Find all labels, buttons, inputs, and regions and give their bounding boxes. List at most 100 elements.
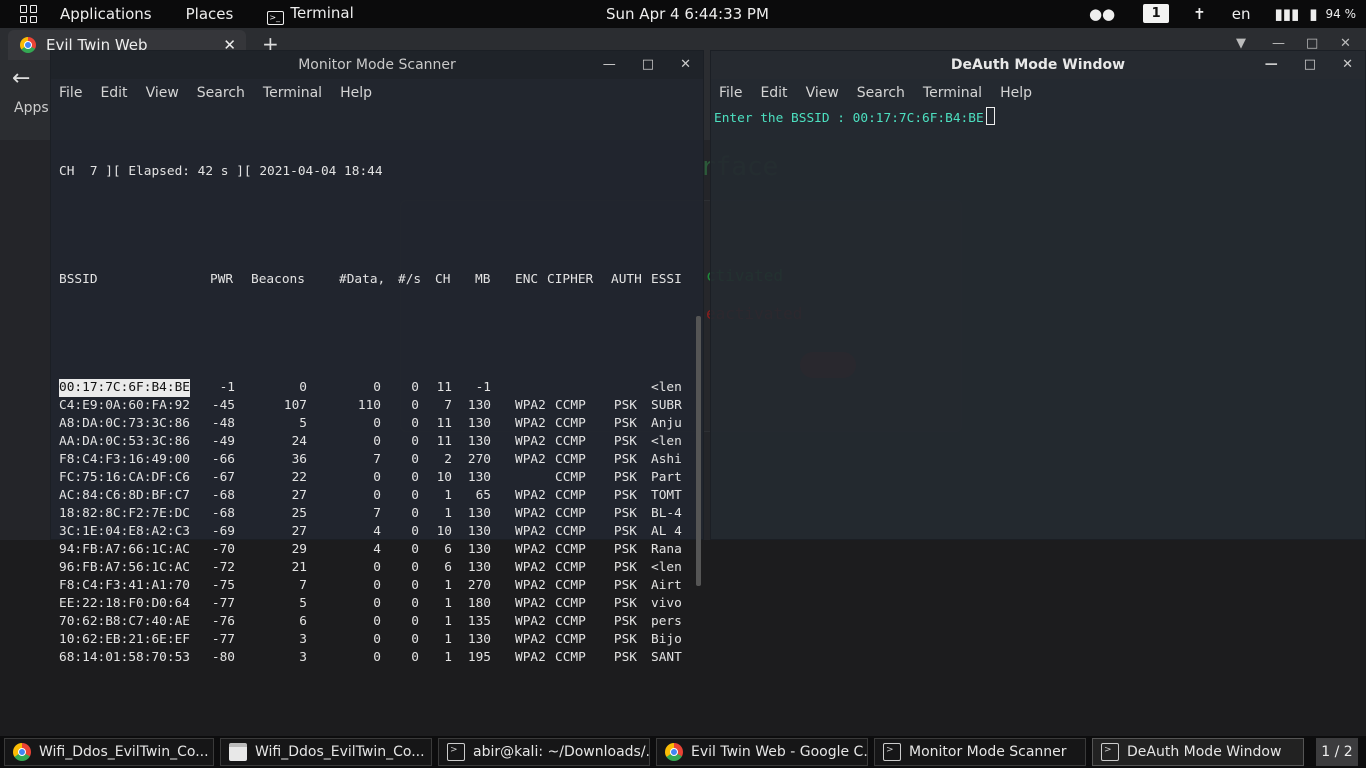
menu-help[interactable]: Help [340,85,372,101]
cell-pwr: -77 [211,596,235,611]
places-menu[interactable]: Places [186,5,234,23]
menu-search[interactable]: Search [197,85,245,101]
workspace-indicator[interactable]: 1 [1143,4,1170,23]
terminal-icon: >_ [267,10,285,25]
app-grid-icon[interactable] [20,5,38,23]
cell-enc: WPA2 [515,632,546,647]
header-per-second: #/s [398,272,422,287]
keyboard-language[interactable]: en [1232,5,1251,23]
cell-pwr: -75 [211,578,235,593]
cell-cipher: CCMP [555,542,586,557]
terminal-prompt[interactable]: Enter the BSSID : 00:17:7C:6F:B4:BE [714,107,995,126]
cell-per-second: 0 [411,470,419,485]
monitor-mode-scanner-window: Monitor Mode Scanner — □ ✕ File Edit Vie… [50,50,704,665]
taskbar-item[interactable]: > Monitor Mode Scanner [874,738,1086,766]
bookmark-apps[interactable]: Apps [14,100,49,116]
network-row[interactable]: FC:75:16:CA:DF:C6 -67 22 0 0 10 130 CCMP PSK Part [59,469,682,487]
menu-view[interactable]: View [146,85,179,101]
maximize-icon[interactable]: □ [642,57,654,72]
wifi-signal-icon[interactable]: ▮▮▮ [1274,5,1299,23]
cell-auth: PSK [613,488,637,503]
window-titlebar[interactable]: Monitor Mode Scanner — □ ✕ [51,51,703,79]
network-row[interactable]: 96:FB:A7:56:1C:AC -72 21 0 0 6 130 WPA2 CCMP PSK <… [59,559,682,577]
network-row[interactable]: 68:14:01:58:70:53 -80 3 0 0 1 195 WPA2 CCMP PSK SA… [59,649,682,667]
taskbar-item[interactable]: > DeAuth Mode Window [1092,738,1304,766]
menu-help[interactable]: Help [1000,85,1032,101]
network-row[interactable]: F8:C4:F3:16:49:00 -66 36 7 0 2 270 WPA2 CCMP PSK A… [59,451,682,469]
menu-file[interactable]: File [59,85,82,101]
cell-bssid: 70:62:B8:C7:40:AE [59,614,190,629]
network-row[interactable]: 70:62:B8:C7:40:AE -76 6 0 0 1 135 WPA2 CCMP PSK pe… [59,613,682,631]
cell-mb: 135 [467,614,491,629]
cell-bssid: 3C:1E:04:E8:A2:C3 [59,524,190,539]
menu-terminal[interactable]: Terminal [263,85,322,101]
cell-data: 0 [373,488,381,503]
back-arrow-icon[interactable]: ← [12,66,30,91]
window-titlebar[interactable]: DeAuth Mode Window — □ ✕ [711,51,1365,79]
battery-icon[interactable]: ▮ [1309,5,1317,23]
close-icon[interactable]: ✕ [680,57,691,72]
maximize-icon[interactable]: □ [1304,57,1316,72]
airodump-output[interactable]: CH 7 ][ Elapsed: 42 s ][ 2021-04-04 18:4… [59,127,682,703]
header-mb: MB [475,272,491,287]
taskbar-item[interactable]: Evil Twin Web - Google C... [656,738,868,766]
menu-view[interactable]: View [806,85,839,101]
close-icon[interactable]: ✕ [1342,57,1353,72]
browser-minimize-icon[interactable]: — [1272,36,1285,51]
cell-channel: 11 [436,380,452,395]
cell-channel: 1 [444,614,452,629]
cell-per-second: 0 [411,380,419,395]
profile-icon[interactable]: ▼ [1236,36,1246,51]
window-title: Monitor Mode Scanner [298,57,456,73]
menu-search[interactable]: Search [857,85,905,101]
cell-beacons: 7 [299,578,307,593]
network-row[interactable]: EE:22:18:F0:D0:64 -77 5 0 0 1 180 WPA2 CCMP PSK vi… [59,595,682,613]
cell-mb: 65 [475,488,491,503]
cell-mb: 130 [467,470,491,485]
network-row[interactable]: A8:DA:0C:73:3C:86 -48 5 0 0 11 130 WPA2 CCMP PSK A… [59,415,682,433]
minimize-icon[interactable]: — [603,57,616,72]
menu-file[interactable]: File [719,85,742,101]
network-row[interactable]: AA:DA:0C:53:3C:86 -49 24 0 0 11 130 WPA2 CCMP PSK… [59,433,682,451]
menu-edit[interactable]: Edit [760,85,787,101]
cell-bssid: 10:62:EB:21:6E:EF [59,632,190,647]
network-row[interactable]: 18:82:8C:F2:7E:DC -68 25 7 0 1 130 WPA2 CCMP PSK B… [59,505,682,523]
network-row[interactable]: 3C:1E:04:E8:A2:C3 -69 27 4 0 10 130 WPA2 CCMP PSK… [59,523,682,541]
network-row[interactable]: AC:84:C6:8D:BF:C7 -68 27 0 0 1 65 WPA2 CCMP PSK TO… [59,487,682,505]
clock[interactable]: Sun Apr 4 6:44:33 PM [606,5,769,23]
taskbar-item[interactable]: > abir@kali: ~/Downloads/... [438,738,650,766]
network-row[interactable]: 10:62:EB:21:6E:EF -77 3 0 0 1 130 WPA2 CCMP PSK Bi… [59,631,682,649]
accessibility-icon[interactable]: ✝ [1193,5,1206,23]
workspace-pager[interactable]: 1 / 2 [1316,738,1358,766]
cell-mb: 180 [467,596,491,611]
taskbar-item[interactable]: Wifi_Ddos_EvilTwin_Co... [220,738,432,766]
cell-per-second: 0 [411,416,419,431]
cell-pwr: -68 [211,488,235,503]
network-row[interactable]: 94:FB:A7:66:1C:AC -70 29 4 0 6 130 WPA2 CCMP PSK R… [59,541,682,559]
cell-channel: 6 [444,560,452,575]
header-enc: ENC [515,272,539,287]
cell-channel: 1 [444,506,452,521]
applications-menu[interactable]: Applications [60,5,152,23]
network-row[interactable]: C4:E9:0A:60:FA:92 -45 107 110 0 7 130 WPA2 CCMP P… [59,397,682,415]
cell-cipher: CCMP [555,434,586,449]
cell-mb: 130 [467,506,491,521]
scrollbar[interactable] [696,316,701,586]
network-row[interactable]: F8:C4:F3:41:A1:70 -75 7 0 0 1 270 WPA2 CCMP PSK Ai… [59,577,682,595]
terminal-menu[interactable]: >_ Terminal [267,4,354,25]
taskbar-item[interactable]: Wifi_Ddos_EvilTwin_Co... [4,738,214,766]
menu-edit[interactable]: Edit [100,85,127,101]
terminal-icon: > [1101,743,1119,761]
cell-auth: PSK [613,632,637,647]
browser-close-icon[interactable]: ✕ [1340,36,1351,51]
people-icon[interactable]: ●● [1089,5,1115,23]
cell-mb: 130 [467,434,491,449]
menu-terminal[interactable]: Terminal [923,85,982,101]
minimize-icon[interactable]: — [1265,57,1278,72]
cell-essid: Ashi [651,452,682,467]
cell-mb: 130 [467,632,491,647]
browser-maximize-icon[interactable]: □ [1306,36,1318,51]
cell-essid: <len [651,560,682,575]
cell-enc: WPA2 [515,398,546,413]
network-row[interactable]: 00:17:7C:6F:B4:BE -1 0 0 0 11 -1 <len [59,379,682,397]
